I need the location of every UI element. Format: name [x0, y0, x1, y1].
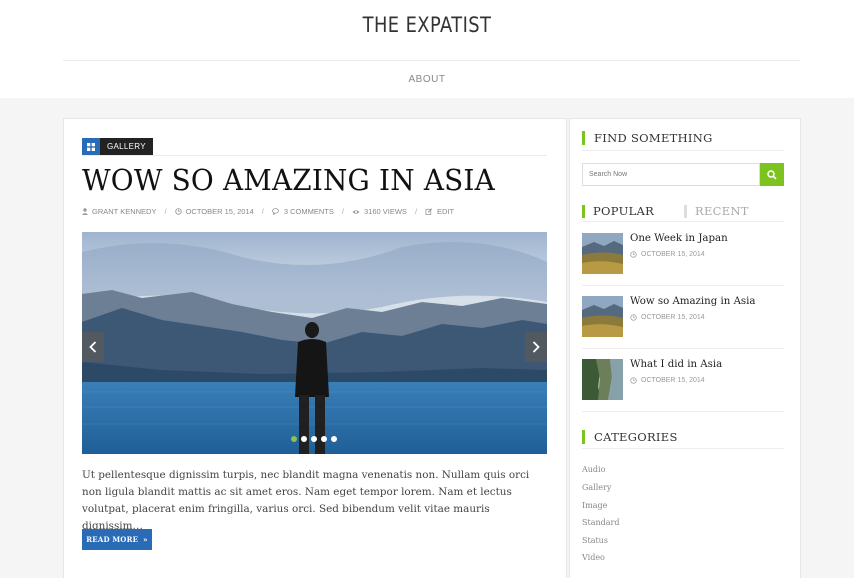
meta-views: 3160 VIEWS — [352, 207, 407, 216]
meta-separator: / — [164, 207, 167, 216]
slider-dot[interactable] — [291, 436, 297, 442]
user-icon — [82, 208, 88, 215]
read-more-button[interactable]: READ MORE » — [82, 529, 152, 550]
image-slider[interactable] — [82, 232, 547, 454]
meta-date-text: OCTOBER 15, 2014 — [185, 207, 254, 216]
title-divider — [82, 155, 547, 156]
slider-dot[interactable] — [301, 436, 307, 442]
meta-views-text: 3160 VIEWS — [364, 207, 407, 216]
popular-post-date: OCTOBER 15, 2014 — [630, 314, 705, 321]
popular-post-thumbnail[interactable] — [582, 296, 623, 337]
meta-date: OCTOBER 15, 2014 — [174, 207, 254, 216]
category-badge[interactable]: GALLERY — [82, 138, 153, 155]
popular-post-title[interactable]: What I did in Asia — [630, 359, 722, 370]
widget-divider — [582, 448, 784, 449]
search-widget-title: FIND SOMETHING — [582, 131, 713, 145]
popular-post-thumbnail[interactable] — [582, 359, 623, 400]
tab-recent[interactable]: RECENT — [684, 205, 749, 218]
popular-post-item[interactable]: Wow so Amazing in Asia OCTOBER 15, 2014 — [582, 296, 784, 359]
category-link-gallery[interactable]: Gallery — [582, 483, 611, 492]
chevron-left-icon — [89, 341, 97, 353]
widget-divider — [582, 150, 784, 151]
slider-dot[interactable] — [331, 436, 337, 442]
meta-edit-link[interactable]: EDIT — [425, 207, 454, 216]
popular-post-title[interactable]: Wow so Amazing in Asia — [630, 296, 755, 307]
site-logo[interactable]: THE EXPATIST — [64, 13, 790, 37]
meta-author[interactable]: GRANT KENNEDY — [82, 207, 156, 216]
site-header: THE EXPATIST ABOUT — [0, 0, 854, 98]
grid-icon — [82, 138, 100, 155]
eye-icon — [352, 209, 360, 214]
meta-author-text: GRANT KENNEDY — [92, 207, 157, 216]
clock-icon — [630, 251, 637, 258]
double-chevron-right-icon: » — [143, 535, 148, 544]
slider-next-button[interactable] — [525, 332, 547, 362]
widget-divider — [582, 221, 784, 222]
popular-post-date-text: OCTOBER 15, 2014 — [641, 314, 705, 321]
meta-separator: / — [341, 207, 344, 216]
category-link-status[interactable]: Status — [582, 536, 608, 545]
category-link-image[interactable]: Image — [582, 501, 607, 510]
popular-post-thumbnail[interactable] — [582, 233, 623, 274]
meta-separator: / — [261, 207, 264, 216]
header-divider — [63, 60, 800, 61]
slider-pagination — [291, 436, 337, 442]
popular-post-date: OCTOBER 15, 2014 — [630, 251, 705, 258]
clock-icon — [630, 314, 637, 321]
popular-post-title[interactable]: One Week in Japan — [630, 233, 728, 244]
slider-dot[interactable] — [311, 436, 317, 442]
category-link-standard[interactable]: Standard — [582, 518, 619, 527]
edit-icon — [425, 208, 433, 215]
widget-divider — [582, 285, 784, 286]
categories-widget-title: CATEGORIES — [582, 430, 678, 444]
category-badge-label: GALLERY — [100, 138, 153, 155]
nav-item-about[interactable]: ABOUT — [0, 74, 854, 85]
search-button[interactable] — [760, 163, 784, 186]
comments-icon — [271, 208, 279, 215]
popular-post-date-text: OCTOBER 15, 2014 — [641, 251, 705, 258]
popular-post-date: OCTOBER 15, 2014 — [630, 377, 705, 384]
meta-comments[interactable]: 3 COMMENTS — [271, 207, 334, 216]
clock-icon — [630, 377, 637, 384]
post-title[interactable]: WOW SO AMAZING IN ASIA — [82, 163, 495, 197]
popular-post-item[interactable]: One Week in Japan OCTOBER 15, 2014 — [582, 233, 784, 296]
meta-separator: / — [414, 207, 418, 216]
post-meta: GRANT KENNEDY / OCTOBER 15, 2014 / 3 COM… — [82, 207, 454, 216]
clock-icon — [174, 208, 182, 215]
meta-edit-text: EDIT — [437, 207, 455, 216]
search-input[interactable]: Search Now — [582, 163, 760, 186]
search-icon — [767, 169, 777, 180]
popular-post-item[interactable]: What I did in Asia OCTOBER 15, 2014 — [582, 359, 784, 422]
category-link-video[interactable]: Video — [582, 553, 605, 562]
tab-popular[interactable]: POPULAR — [582, 205, 654, 218]
post-excerpt: Ut pellentesque dignissim turpis, nec bl… — [82, 469, 530, 532]
slider-prev-button[interactable] — [82, 332, 104, 362]
popular-post-date-text: OCTOBER 15, 2014 — [641, 377, 705, 384]
widget-divider — [582, 348, 784, 349]
slider-dot[interactable] — [321, 436, 327, 442]
chevron-right-icon — [532, 341, 540, 353]
category-link-audio[interactable]: Audio — [582, 465, 605, 474]
slider-image — [82, 232, 547, 454]
read-more-label: READ MORE — [86, 535, 139, 544]
meta-comments-text: 3 COMMENTS — [283, 207, 334, 216]
widget-divider — [582, 411, 784, 412]
